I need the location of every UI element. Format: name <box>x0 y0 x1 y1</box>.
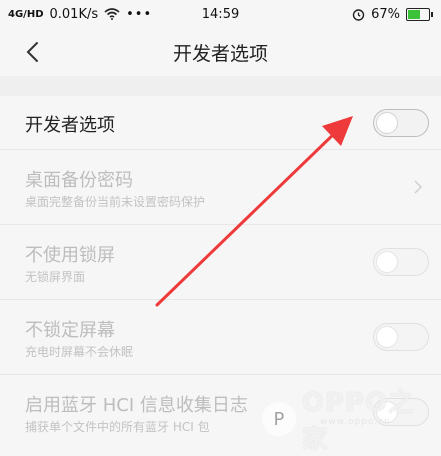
status-bar: 4G/HD 0.01K/s ••• 14:59 67% <box>0 0 441 28</box>
stay-awake-toggle[interactable] <box>373 323 429 351</box>
setting-subtitle: 无锁屏界面 <box>25 270 86 284</box>
back-arrow-icon[interactable] <box>22 40 46 64</box>
setting-subtitle: 桌面完整备份当前未设置密码保护 <box>25 195 206 209</box>
setting-title: 启用蓝牙 HCI 信息收集日志 <box>25 395 248 416</box>
watermark-url: www.oppo.cn <box>320 417 391 427</box>
wifi-icon <box>104 8 120 20</box>
setting-no-lockscreen[interactable]: 不使用锁屏 无锁屏界面 <box>0 225 441 300</box>
network-speed: 0.01K/s <box>49 6 99 22</box>
section-divider <box>0 76 441 96</box>
setting-title: 不锁定屏幕 <box>25 320 115 341</box>
setting-title: 桌面备份密码 <box>25 170 133 191</box>
more-icon: ••• <box>126 6 153 22</box>
battery-percent: 67% <box>371 6 400 22</box>
signal-icon: 4G/HD <box>8 8 44 20</box>
alarm-icon <box>352 8 365 21</box>
setting-developer-options[interactable]: 开发者选项 <box>0 96 441 150</box>
developer-options-toggle[interactable] <box>373 109 429 137</box>
title-bar: 开发者选项 <box>0 28 441 76</box>
setting-subtitle: 充电时屏幕不会休眠 <box>25 345 134 359</box>
no-lockscreen-toggle[interactable] <box>373 248 429 276</box>
setting-desktop-backup-password[interactable]: 桌面备份密码 桌面完整备份当前未设置密码保护 <box>0 150 441 225</box>
setting-title: 开发者选项 <box>25 115 115 136</box>
clock: 14:59 <box>201 6 240 22</box>
oppo-logo-icon: P <box>262 402 296 436</box>
page-title: 开发者选项 <box>172 42 268 65</box>
chevron-right-icon <box>414 180 423 194</box>
battery-icon <box>406 7 433 21</box>
setting-title: 不使用锁屏 <box>25 245 115 266</box>
setting-stay-awake[interactable]: 不锁定屏幕 充电时屏幕不会休眠 <box>0 300 441 375</box>
setting-subtitle: 捕获单个文件中的所有蓝牙 HCI 包 <box>25 420 210 434</box>
